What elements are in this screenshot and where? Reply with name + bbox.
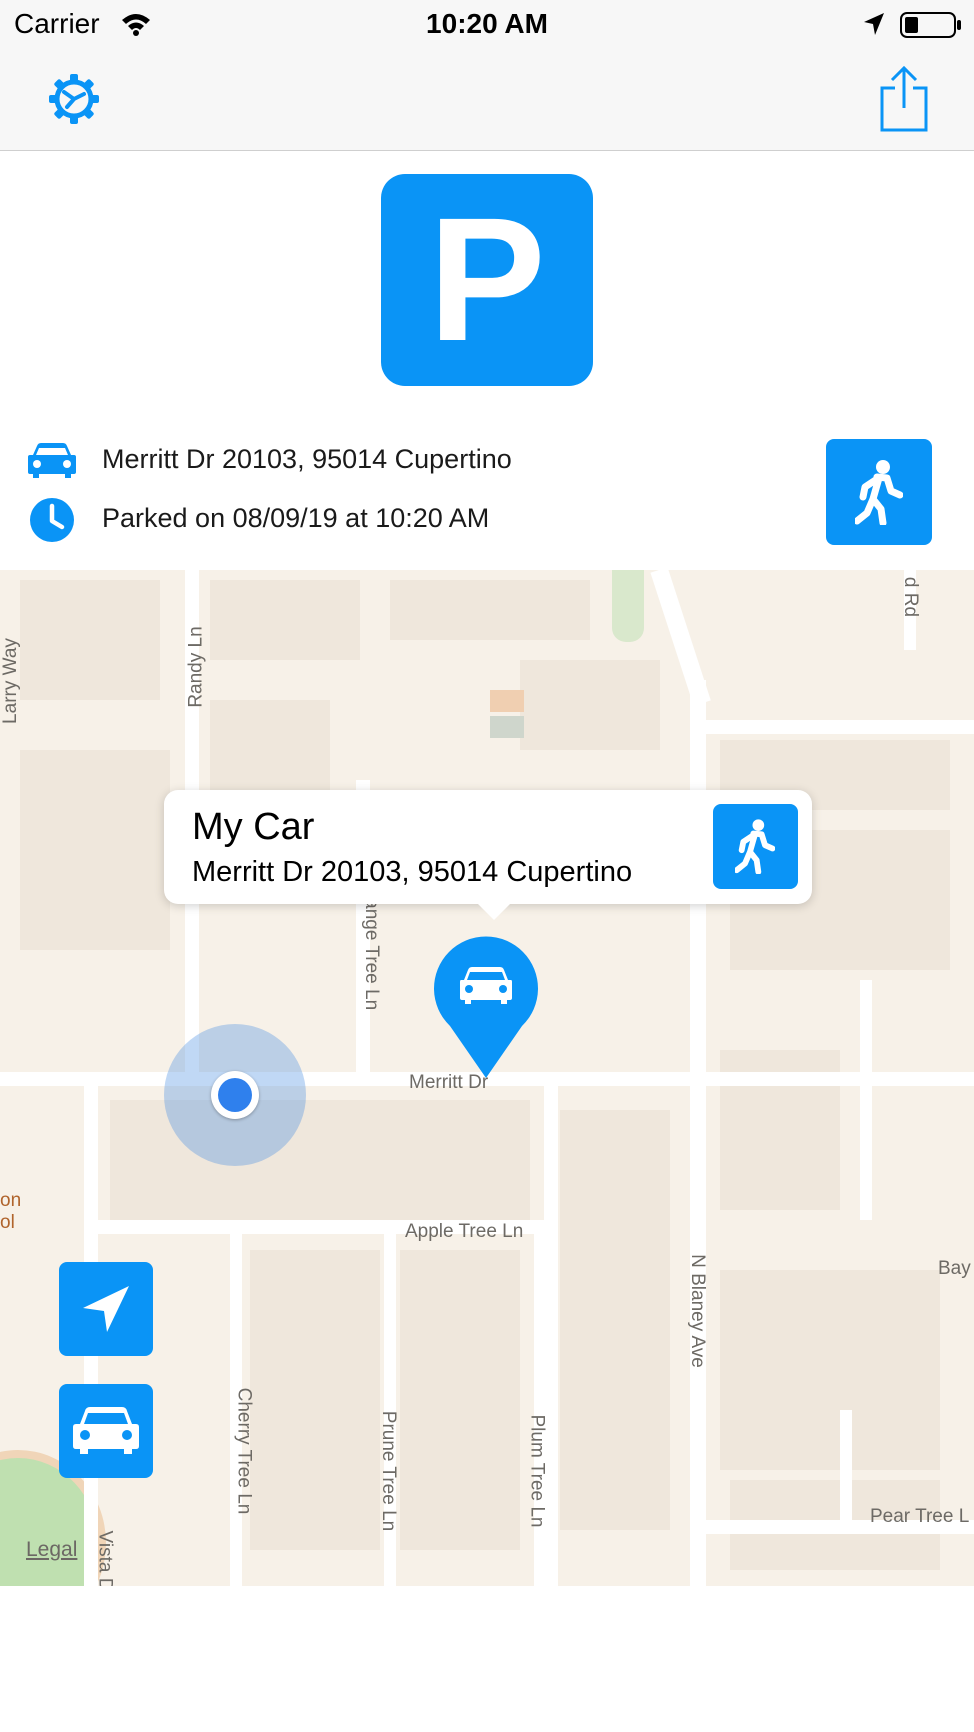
street-label-prune-tree-ln: Prune Tree Ln [378,1410,400,1532]
bottom-area [0,1586,974,1732]
street-label-plum-tree-ln: Plum Tree Ln [526,1414,548,1528]
street-label-orange-tree-ln: range Tree Ln [361,891,383,1011]
car-icon [28,443,76,478]
street-label-rd: d Rd [900,576,922,618]
map-block [560,1110,670,1530]
road [704,720,974,734]
street-label-bay: Bay [938,1258,971,1279]
walk-directions-button[interactable] [826,439,932,545]
car-callout[interactable]: My Car Merritt Dr 20103, 95014 Cupertino [164,790,812,920]
map-legal-link[interactable]: Legal [26,1538,77,1562]
street-label-vista-d: Vista D [94,1530,116,1586]
map-block [250,1250,380,1550]
callout-title: My Car [192,806,315,848]
street-label-pear-tree-ln: Pear Tree L [870,1506,970,1527]
locate-me-button[interactable] [59,1262,153,1356]
map-block [210,580,360,660]
navigation-bar [0,50,974,151]
location-arrow-icon [864,13,884,35]
map-block [720,1270,940,1470]
user-location-dot [211,1071,259,1119]
show-car-button[interactable] [59,1384,153,1478]
street-label-cherry-tree-ln: Cherry Tree Ln [233,1387,255,1515]
car-pin-icon[interactable] [432,934,540,1080]
map-block [20,580,160,700]
road [534,1234,546,1586]
battery-icon [900,12,961,38]
clock-icon [30,498,74,542]
walking-person-icon [735,819,775,874]
road [860,980,872,1220]
map-block [210,700,330,790]
gear-icon[interactable] [48,73,100,125]
map-block [400,1250,520,1550]
road [840,1410,852,1520]
user-location-dot-inner [218,1078,252,1112]
callout-address: Merritt Dr 20103, 95014 Cupertino [192,856,633,888]
poi-marker [490,690,524,712]
school-label-line2: ol [0,1212,15,1233]
street-label-n-blaney-ave: N Blaney Ave [686,1254,708,1368]
street-label-apple-tree-ln: Apple Tree Ln [405,1221,524,1242]
status-bar: Carrier 10:20 AM [0,0,974,50]
share-icon[interactable] [878,66,930,132]
map-block [520,660,660,750]
poi-marker [490,716,524,738]
callout-walk-button[interactable] [713,804,798,889]
parking-logo: P [381,174,593,386]
navigation-arrow-icon [83,1286,129,1332]
status-time: 10:20 AM [426,8,548,39]
street-label-larry-way: Larry Way [0,638,21,724]
car-icon [73,1407,139,1454]
parking-address: Merritt Dr 20103, 95014 Cupertino [102,444,512,474]
map-block [390,580,590,640]
green-area [612,570,644,642]
street-label-randy-ln: Randy Ln [185,626,207,708]
walking-person-icon [855,460,903,525]
school-label-line1: on [0,1190,22,1211]
map-view[interactable]: Larry Way Randy Ln range Tree Ln Merritt… [0,570,974,1586]
map-block [20,750,170,950]
parked-time: Parked on 08/09/19 at 10:20 AM [102,503,490,533]
